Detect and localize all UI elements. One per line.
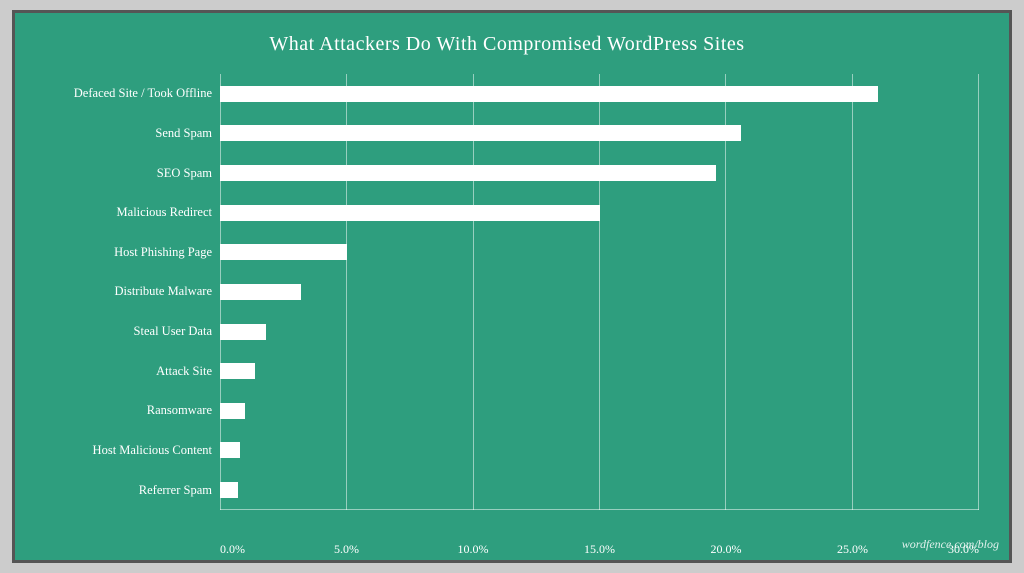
chart-title: What Attackers Do With Compromised WordP…	[35, 33, 979, 56]
bar-row	[220, 479, 979, 501]
x-label: 20.0%	[711, 542, 742, 557]
bar-row	[220, 162, 979, 184]
chart-container: What Attackers Do With Compromised WordP…	[12, 10, 1012, 563]
bar	[220, 244, 347, 260]
y-axis-labels: Defaced Site / Took Offline Send Spam SEO …	[35, 74, 220, 510]
x-label: 5.0%	[334, 542, 359, 557]
bar-row	[220, 439, 979, 461]
bar	[220, 482, 238, 498]
bar-row	[220, 241, 979, 263]
x-label: 25.0%	[837, 542, 868, 557]
chart-area: Defaced Site / Took Offline Send Spam SEO …	[35, 74, 979, 510]
bar	[220, 165, 716, 181]
bar-row	[220, 202, 979, 224]
bar	[220, 86, 878, 102]
bar-row	[220, 281, 979, 303]
y-label: Steal User Data	[35, 324, 212, 339]
bar	[220, 403, 245, 419]
x-label: 15.0%	[584, 542, 615, 557]
y-label: Referrer Spam	[35, 483, 212, 498]
y-label: Malicious Redirect	[35, 205, 212, 220]
bar	[220, 324, 266, 340]
y-label: Distribute Malware	[35, 284, 212, 299]
bar-row	[220, 360, 979, 382]
y-label: Host Malicious Content	[35, 443, 212, 458]
bar	[220, 363, 255, 379]
bar	[220, 442, 240, 458]
bar-row	[220, 122, 979, 144]
x-label: 10.0%	[458, 542, 489, 557]
x-label: 0.0%	[220, 542, 245, 557]
y-label: Attack Site	[35, 364, 212, 379]
bar	[220, 284, 301, 300]
watermark: wordfence.com/blog	[902, 537, 999, 552]
bar-row	[220, 400, 979, 422]
bar	[220, 125, 741, 141]
bar	[220, 205, 600, 221]
y-label: Defaced Site / Took Offline	[35, 86, 212, 101]
y-label: Ransomware	[35, 403, 212, 418]
y-label: Send Spam	[35, 126, 212, 141]
bar-row	[220, 321, 979, 343]
y-label: SEO Spam	[35, 166, 212, 181]
bar-row	[220, 83, 979, 105]
y-label: Host Phishing Page	[35, 245, 212, 260]
bars-area: 0.0%5.0%10.0%15.0%20.0%25.0%30.0%	[220, 74, 979, 510]
